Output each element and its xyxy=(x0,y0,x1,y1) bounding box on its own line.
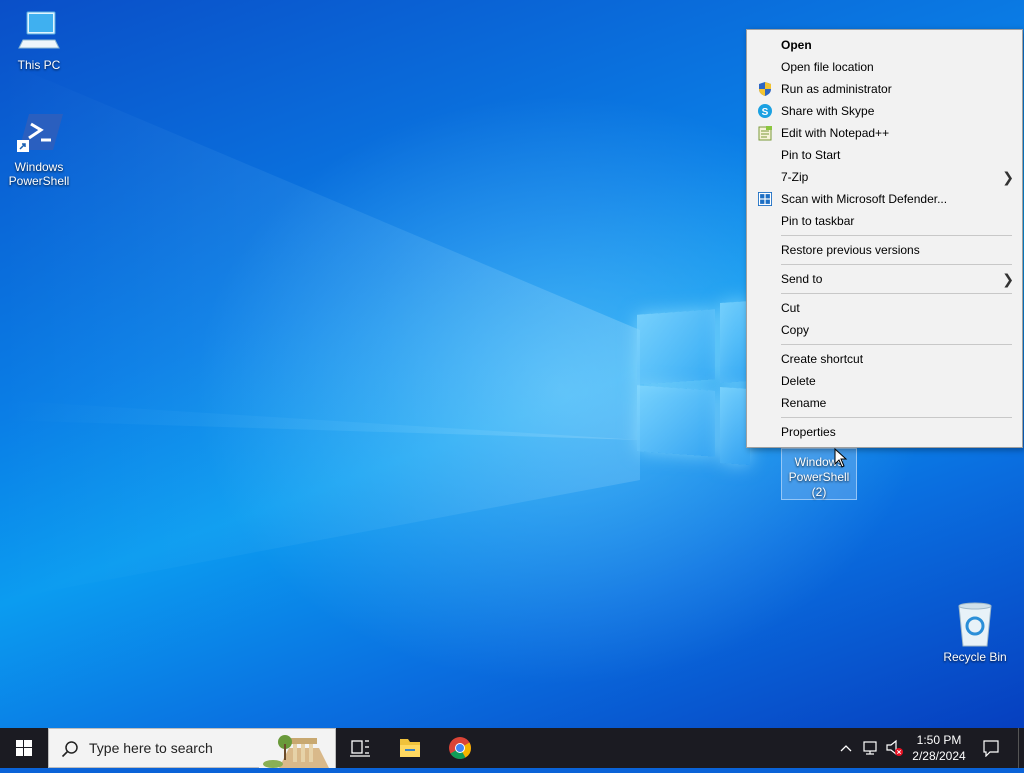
desktop-icon-recycle-bin[interactable]: Recycle Bin xyxy=(939,600,1011,664)
volume-muted-icon[interactable] xyxy=(885,739,905,757)
menu-item-open[interactable]: Open xyxy=(747,34,1022,56)
menu-item-label: Send to xyxy=(781,272,823,286)
menu-item-create-shortcut[interactable]: Create shortcut xyxy=(747,348,1022,370)
wallpaper-logo-pane xyxy=(637,385,715,457)
menu-item-edit-with-notepadpp[interactable]: Edit with Notepad++ xyxy=(747,122,1022,144)
mouse-cursor-icon xyxy=(834,448,848,468)
wallpaper-logo-pane xyxy=(637,309,715,385)
menu-item-label: Edit with Notepad++ xyxy=(781,126,890,140)
desktop-icon-powershell[interactable]: Windows PowerShell xyxy=(3,110,75,188)
show-hidden-icons-chevron-icon[interactable] xyxy=(838,740,854,756)
task-view-button[interactable] xyxy=(336,728,384,768)
menu-item-label: Cut xyxy=(781,301,800,315)
menu-item-share-with-skype[interactable]: S Share with Skype xyxy=(747,100,1022,122)
menu-item-pin-to-start[interactable]: Pin to Start xyxy=(747,144,1022,166)
menu-item-label: Delete xyxy=(781,374,816,388)
menu-item-delete[interactable]: Delete xyxy=(747,370,1022,392)
menu-item-pin-to-taskbar[interactable]: Pin to taskbar xyxy=(747,210,1022,232)
menu-item-label: Pin to taskbar xyxy=(781,214,855,228)
svg-text:S: S xyxy=(762,107,769,118)
menu-item-label: Pin to Start xyxy=(781,148,841,162)
menu-item-label: Open xyxy=(781,38,812,52)
clock-time: 1:50 PM xyxy=(916,733,962,747)
menu-separator xyxy=(781,417,1012,418)
menu-item-label: Open file location xyxy=(781,60,874,74)
chevron-right-icon: ❯ xyxy=(1002,271,1014,287)
search-icon xyxy=(61,741,78,758)
powershell-icon xyxy=(15,110,63,158)
file-explorer-button[interactable] xyxy=(386,728,434,768)
menu-item-open-file-location[interactable]: Open file location xyxy=(747,56,1022,78)
computer-icon xyxy=(15,8,63,56)
task-view-icon xyxy=(350,740,370,757)
menu-item-scan-with-defender[interactable]: Scan with Microsoft Defender... xyxy=(747,188,1022,210)
windows-logo-icon xyxy=(16,740,32,756)
file-explorer-icon xyxy=(400,739,420,757)
skype-icon: S xyxy=(758,104,772,118)
menu-item-label: Create shortcut xyxy=(781,352,864,366)
action-center-icon[interactable] xyxy=(982,739,1000,757)
recycle-bin-icon xyxy=(951,600,999,648)
taskbar-clock[interactable]: 1:50 PM 2/28/2024 xyxy=(906,732,972,764)
menu-item-properties[interactable]: Properties xyxy=(747,421,1022,443)
desktop-icon-label: This PC xyxy=(17,58,61,72)
menu-item-label: Properties xyxy=(781,425,836,439)
context-menu: Open Open file location Run as administr… xyxy=(746,29,1023,448)
menu-separator xyxy=(781,264,1012,265)
menu-item-label: Run as administrator xyxy=(781,82,892,96)
selected-icon-label-2: PowerShell xyxy=(788,470,850,484)
menu-item-label: Scan with Microsoft Defender... xyxy=(781,192,948,206)
show-desktop-button[interactable] xyxy=(1018,728,1024,768)
chevron-right-icon: ❯ xyxy=(1002,169,1014,185)
search-placeholder: Type here to search xyxy=(89,740,213,756)
menu-item-rename[interactable]: Rename xyxy=(747,392,1022,414)
desktop-icon-label: Windows PowerShell xyxy=(8,160,70,188)
menu-item-label: 7-Zip xyxy=(781,170,809,184)
taskbar-search-box[interactable]: Type here to search xyxy=(48,728,336,768)
start-button[interactable] xyxy=(0,728,48,768)
menu-item-cut[interactable]: Cut xyxy=(747,297,1022,319)
defender-icon xyxy=(758,192,772,206)
selected-icon-label-3: (2) xyxy=(811,485,827,499)
menu-separator xyxy=(781,235,1012,236)
menu-item-restore-previous-versions[interactable]: Restore previous versions xyxy=(747,239,1022,261)
taskbar: Type here to search 1:50 PM 2/28/2024 xyxy=(0,728,1024,768)
notepadpp-icon xyxy=(758,126,772,141)
network-icon[interactable] xyxy=(862,740,880,756)
menu-item-label: Share with Skype xyxy=(781,104,875,118)
desktop[interactable]: This PC Windows PowerShell Windows Power… xyxy=(0,0,1024,728)
chrome-button[interactable] xyxy=(436,728,484,768)
desktop-icon-this-pc[interactable]: This PC xyxy=(3,8,75,72)
uac-shield-icon xyxy=(759,82,771,96)
desktop-icon-label: Recycle Bin xyxy=(943,650,1007,664)
menu-item-7zip[interactable]: 7-Zip ❯ xyxy=(747,166,1022,188)
menu-item-copy[interactable]: Copy xyxy=(747,319,1022,341)
menu-item-label: Rename xyxy=(781,396,827,410)
search-highlight-illustration-icon xyxy=(259,730,335,768)
menu-item-send-to[interactable]: Send to ❯ xyxy=(747,268,1022,290)
menu-item-run-as-administrator[interactable]: Run as administrator xyxy=(747,78,1022,100)
menu-separator xyxy=(781,293,1012,294)
menu-separator xyxy=(781,344,1012,345)
menu-item-label: Copy xyxy=(781,323,810,337)
chrome-icon xyxy=(449,737,471,759)
clock-date: 2/28/2024 xyxy=(912,749,966,763)
menu-item-label: Restore previous versions xyxy=(781,243,920,257)
